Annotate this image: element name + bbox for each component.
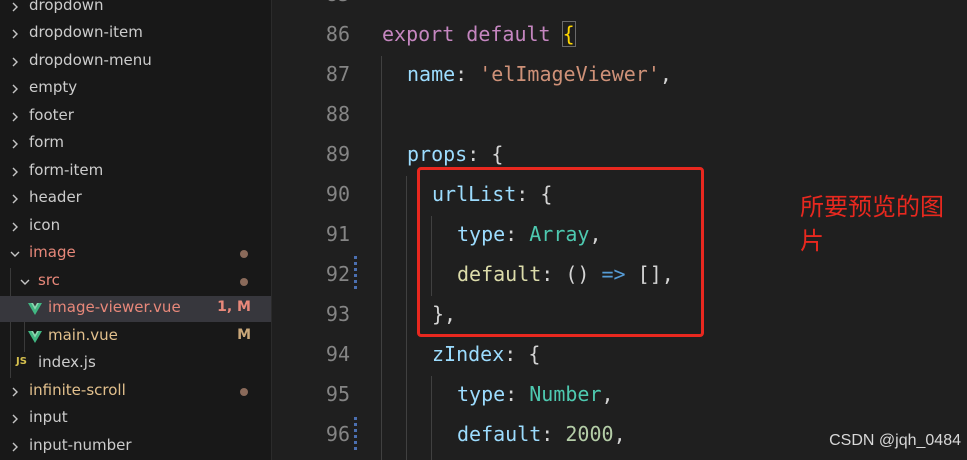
chevron-right-icon xyxy=(8,49,22,75)
annotation-text: 所要预览的图片 xyxy=(800,193,944,255)
tree-item-footer[interactable]: footer xyxy=(0,104,271,130)
tree-item-label: main.vue xyxy=(48,326,118,344)
code-text: export default { xyxy=(382,21,576,47)
code-text: zIndex: { xyxy=(432,342,541,366)
modified-dot-icon xyxy=(240,250,248,258)
highlight-box xyxy=(417,167,704,337)
code-line[interactable]: 88 xyxy=(272,94,967,134)
modified-dot-icon xyxy=(240,388,248,396)
chevron-right-icon xyxy=(8,131,22,157)
chevron-right-icon xyxy=(8,0,22,20)
code-text: name: 'elImageViewer', xyxy=(407,62,672,86)
tree-item-label: index.js xyxy=(38,353,96,371)
tree-item-label: dropdown xyxy=(29,0,104,14)
tree-item-dropdown-menu[interactable]: dropdown-menu xyxy=(0,49,271,75)
chevron-right-icon xyxy=(8,379,22,405)
tree-item-form-item[interactable]: form-item xyxy=(0,159,271,185)
code-line[interactable]: 94 zIndex: { xyxy=(272,334,967,374)
tree-item-header[interactable]: header xyxy=(0,186,271,212)
watermark-text: CSDN @jqh_0484 xyxy=(829,432,961,449)
tree-item-label: empty xyxy=(29,78,78,96)
chevron-right-icon xyxy=(8,159,22,185)
tree-item-input-number[interactable]: input-number xyxy=(0,434,271,460)
line-number: 93 xyxy=(325,302,350,326)
tree-item-index-js[interactable]: JS index.js xyxy=(0,351,271,377)
code-line[interactable]: 86 export default { xyxy=(272,14,967,54)
chevron-right-icon xyxy=(8,434,22,460)
tree-item-main-vue[interactable]: main.vue M xyxy=(0,324,271,350)
tree-item-label: icon xyxy=(29,216,61,234)
tree-item-label: header xyxy=(29,188,82,206)
chevron-right-icon xyxy=(8,214,22,240)
line-number: 89 xyxy=(325,142,350,166)
tree-item-label: form xyxy=(29,133,64,151)
line-number: 96 xyxy=(325,422,350,446)
tree-item-label: image xyxy=(29,243,76,261)
tree-item-label: footer xyxy=(29,106,74,124)
tree-item-infinite-scroll[interactable]: infinite-scroll xyxy=(0,379,271,405)
vue-file-icon xyxy=(28,303,42,315)
tree-item-form[interactable]: form xyxy=(0,131,271,157)
tree-item-label: input xyxy=(29,408,68,426)
tree-item-src[interactable]: src xyxy=(0,269,271,295)
explorer-sidebar: dropdown dropdown-item dropdown-menu emp… xyxy=(0,0,272,460)
tree-item-empty[interactable]: empty xyxy=(0,76,271,102)
chevron-down-icon xyxy=(8,241,22,267)
line-number: 87 xyxy=(325,62,350,86)
line-number: 91 xyxy=(325,222,350,246)
js-file-icon: JS xyxy=(16,356,27,367)
line-number: 88 xyxy=(325,102,350,126)
tree-item-label: infinite-scroll xyxy=(29,381,126,399)
line-number: 94 xyxy=(325,342,350,366)
tree-item-icon[interactable]: icon xyxy=(0,214,271,240)
chevron-right-icon xyxy=(8,186,22,212)
modified-dot-icon xyxy=(240,278,248,286)
code-line[interactable]: 95 type: Number, xyxy=(272,374,967,414)
code-line[interactable]: 85 xyxy=(272,0,967,14)
tree-item-dropdown[interactable]: dropdown xyxy=(0,0,271,20)
tree-item-label: dropdown-item xyxy=(29,23,143,41)
code-text: props: { xyxy=(407,142,504,166)
vue-file-icon xyxy=(28,331,42,343)
line-number: 86 xyxy=(325,22,350,46)
tree-item-label: dropdown-menu xyxy=(29,51,152,69)
tree-item-image[interactable]: image xyxy=(0,241,271,267)
tree-item-label: image-viewer.vue xyxy=(48,298,181,316)
line-number: 95 xyxy=(325,382,350,406)
tree-item-input[interactable]: input xyxy=(0,406,271,432)
git-status-badge: 1, M xyxy=(217,299,251,315)
line-number: 90 xyxy=(325,182,350,206)
code-line[interactable]: 87 name: 'elImageViewer', xyxy=(272,54,967,94)
chevron-right-icon xyxy=(8,21,22,47)
tree-item-dropdown-item[interactable]: dropdown-item xyxy=(0,21,271,47)
tree-item-label: input-number xyxy=(29,436,132,454)
tree-item-label: src xyxy=(38,271,60,289)
tree-item-label: form-item xyxy=(29,161,104,179)
code-text: type: Number, xyxy=(457,382,614,406)
chevron-right-icon xyxy=(8,406,22,432)
line-number: 85 xyxy=(272,0,350,6)
line-number: 92 xyxy=(325,262,350,286)
tree-item-image-viewer-vue[interactable]: image-viewer.vue 1, M xyxy=(0,296,271,322)
code-text: default: 2000, xyxy=(457,422,626,446)
chevron-right-icon xyxy=(8,76,22,102)
git-status-badge: M xyxy=(237,327,251,343)
chevron-right-icon xyxy=(8,104,22,130)
chevron-down-icon xyxy=(18,269,32,295)
